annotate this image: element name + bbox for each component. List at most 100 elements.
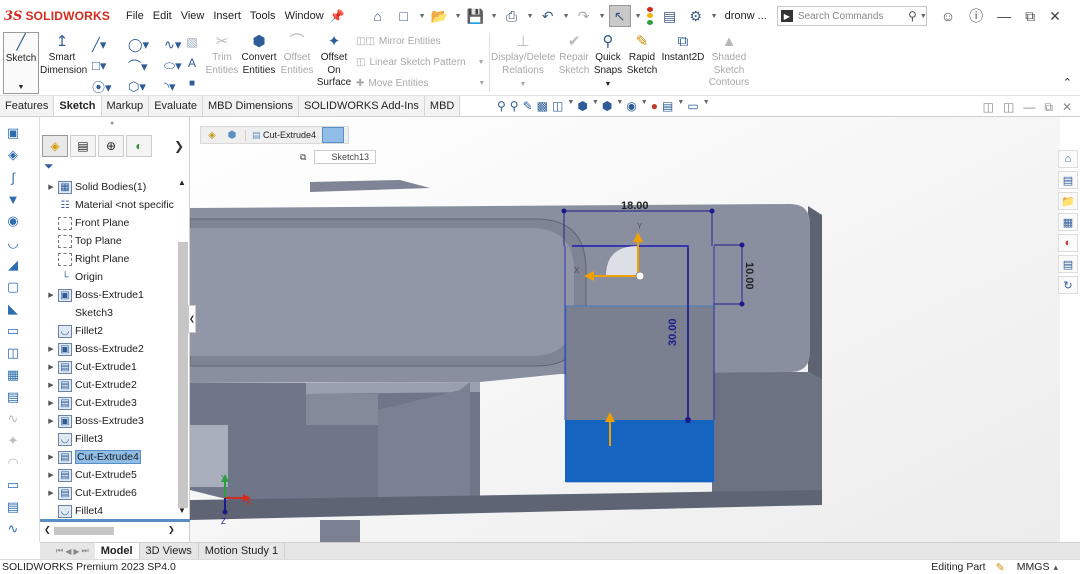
menu-edit[interactable]: Edit [153,10,172,22]
scroll-left-icon[interactable]: ❮ [44,525,51,534]
options-gear-icon[interactable]: ⚙ [685,5,707,27]
menu-tools[interactable]: Tools [250,10,276,22]
line-icon[interactable]: ╱▾ [92,34,128,55]
view-palette-icon[interactable]: ▦ [1058,213,1078,231]
spline-tool-icon[interactable]: ∿ [5,521,21,537]
tab-mbd-dimensions[interactable]: MBD Dimensions [203,96,299,116]
menu-view[interactable]: View [181,10,205,22]
tree-node[interactable]: ◡ Fillet3 [40,430,176,448]
slot-icon[interactable]: ⦿▾ [92,76,128,97]
split-line-icon[interactable]: ▭ [5,477,21,493]
tree-node[interactable]: ▶ ▤ Cut-Extrude5 [40,466,176,484]
expand-arrow-icon[interactable]: ▶ [44,291,58,299]
chevron-down-icon[interactable]: ▼ [4,82,38,95]
tree-node[interactable]: ◡ Fillet4 [40,502,176,520]
tab-evaluate[interactable]: Evaluate [149,96,203,116]
search-commands-input[interactable]: ▶ Search Commands ⚲ ▼ [776,6,927,26]
feature-manager-tab-icon[interactable]: ◈ [42,135,68,157]
chevron-down-icon[interactable]: ▼ [920,13,927,20]
sketch-relations-icon[interactable]: ⧉ [300,152,306,163]
rebuild-traffic-light-icon[interactable] [645,6,655,26]
graphics-area[interactable]: 18.00 10.00 30.00 Y X Y X Z [189,117,1060,542]
draft-icon[interactable]: ◣ [5,301,21,317]
appearances-icon[interactable]: ◐ [1058,234,1078,252]
pin-icon[interactable]: 📌 [330,9,345,23]
dome-icon[interactable]: ◠ [5,455,21,471]
design-library-icon[interactable]: ▤ [1058,171,1078,189]
instant2d-button[interactable]: ⧉ Instant2D [660,32,706,65]
doc-restore-icon[interactable]: ⧉ [1044,100,1053,115]
hole-wizard-icon[interactable]: ◉ [5,213,21,229]
sketch-picture-icon[interactable]: ▤ [5,499,21,515]
doc-minimize-icon[interactable]: — [1023,100,1035,115]
scroll-up-icon[interactable]: ▲ [178,178,186,187]
filter-icon[interactable]: ⏷ [44,159,54,174]
view-settings-icon[interactable]: ▭ [687,99,698,113]
chevron-down-icon[interactable]: ▼ [491,13,498,20]
chevron-down-icon[interactable]: ▼ [478,80,485,87]
solidworks-resources-icon[interactable]: ⌂ [1058,150,1078,168]
tab-motion-study-1[interactable]: Motion Study 1 [199,543,286,559]
file-properties-icon[interactable]: ▤ [659,5,681,27]
scroll-right-icon[interactable]: ❯ [168,525,175,534]
scroll-thumb[interactable] [178,242,188,508]
smart-dimension-button[interactable]: ↥ Smart Dimension [40,32,87,77]
tab-sketch[interactable]: Sketch [54,96,102,116]
expand-arrow-icon[interactable]: ▶ [44,471,58,479]
polygon-icon[interactable]: ⬡▾ [128,76,164,97]
new-document-icon[interactable]: □ [393,5,415,27]
chevron-up-icon[interactable]: ▴ [1053,562,1058,573]
next-tab-icon[interactable]: ▶ [73,547,79,556]
tree-node[interactable]: ▶ ▦ Solid Bodies(1) [40,178,176,196]
menu-window[interactable]: Window [285,10,324,22]
apply-scene-icon[interactable]: ▤ [662,99,673,113]
tree-vertical-scrollbar[interactable]: ▲ ▼ [177,178,189,518]
rollback-bar[interactable] [40,519,190,522]
offset-on-surface-button[interactable]: ✦ Offset On Surface [316,32,352,90]
select-pointer-icon[interactable]: ↖ [608,5,631,27]
tree-node[interactable]: Sketch3 [40,304,176,322]
arc-icon[interactable]: ⌒▾ [128,55,164,76]
collapse-ribbon-icon[interactable]: ⌃ [1063,76,1072,89]
chamfer-icon[interactable]: ◢ [5,257,21,273]
tree-node[interactable]: Top Plane [40,232,176,250]
edit-appearance-icon[interactable]: ● [651,99,658,113]
rib-icon[interactable]: ▭ [5,323,21,339]
scroll-down-icon[interactable]: ▼ [178,506,186,515]
tree-node[interactable]: Right Plane [40,250,176,268]
restore-icon[interactable]: ⧉ [1025,8,1035,25]
chevron-down-icon[interactable]: ▼ [635,13,642,20]
breadcrumb-feature[interactable]: ▤ Cut-Extrude4 [245,129,316,141]
chevron-down-icon[interactable]: ▼ [703,99,710,113]
tree-node[interactable]: ▶ ▣ Boss-Extrude2 [40,340,176,358]
text-icon[interactable]: A [186,53,198,73]
part-icon[interactable]: ◈ [205,128,219,142]
tab-model[interactable]: Model [94,543,140,559]
move-entities-button[interactable]: ✚ Move Entities ▼ [356,78,485,89]
collapse-panel-icon[interactable]: ❮ [188,305,196,333]
close-icon[interactable]: ✕ [1049,8,1061,25]
dimension-height-text[interactable]: 10.00 [743,262,755,290]
section-view-icon[interactable]: ▩ [537,99,548,113]
tree-horizontal-scrollbar[interactable]: ❮ ❯ [44,525,184,537]
redo-icon[interactable]: ↷ [573,5,595,27]
expand-arrow-icon[interactable]: ▶ [44,183,58,191]
chevron-down-icon[interactable]: ▼ [592,99,599,113]
shaded-sketch-contours-button[interactable]: ▲ Shaded Sketch Contours [706,32,752,90]
shell-icon[interactable]: ▢ [5,279,21,295]
dimension-depth-text[interactable]: 30.00 [667,318,679,346]
repair-sketch-button[interactable]: ✔ Repair Sketch [556,32,592,77]
tree-node[interactable]: ▶ ▤ Cut-Extrude2 [40,376,176,394]
tab-mbd[interactable]: MBD [424,96,461,116]
expand-arrow-icon[interactable]: ▶ [44,345,58,353]
tile-left-icon[interactable]: ◫ [983,100,994,115]
chevron-down-icon[interactable]: ▼ [478,59,485,66]
previous-tab-icon[interactable]: ◀ [65,547,71,556]
tab-solidworks-addins[interactable]: SOLIDWORKS Add-Ins [298,96,425,116]
display-style-icon[interactable]: ⬢ [602,99,612,113]
hide-show-items-icon[interactable]: ◉ [626,99,636,113]
revolved-boss-icon[interactable]: ◈ [5,147,21,163]
tree-node[interactable]: └ Origin [40,268,176,286]
minimize-icon[interactable]: — [997,8,1011,24]
circle-icon[interactable]: ◯▾ [128,34,164,55]
